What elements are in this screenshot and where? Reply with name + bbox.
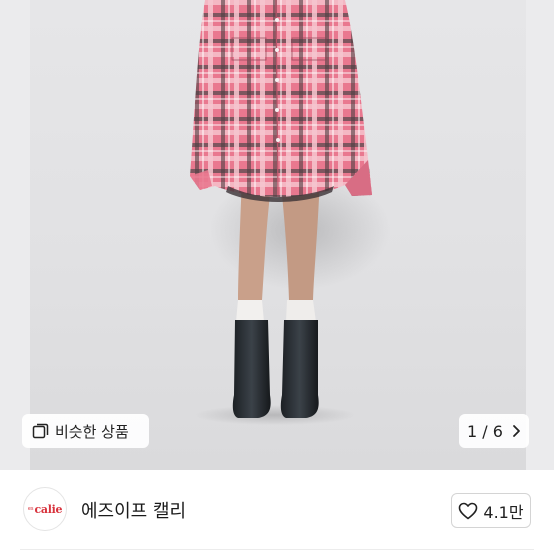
model-figure [190, 0, 390, 425]
chevron-right-icon [513, 425, 520, 437]
similar-items-icon [32, 423, 49, 438]
image-pagination-button[interactable]: 1 / 6 [459, 414, 529, 448]
like-button[interactable]: 4.1만 [451, 493, 531, 528]
seller-logo-text: calie [34, 502, 63, 516]
seller-avatar[interactable]: es calie [23, 487, 67, 531]
product-photo[interactable] [0, 0, 554, 470]
image-page-counter: 1 / 6 [467, 421, 503, 441]
similar-items-button[interactable]: 비슷한 상품 [22, 414, 149, 448]
heart-outline-icon [459, 502, 478, 519]
seller-name[interactable]: 에즈이프 캘리 [81, 497, 186, 523]
similar-items-label: 비슷한 상품 [55, 422, 129, 441]
like-count: 4.1만 [483, 502, 524, 522]
divider [20, 549, 534, 550]
seller-logo-prefix: es [27, 506, 34, 512]
